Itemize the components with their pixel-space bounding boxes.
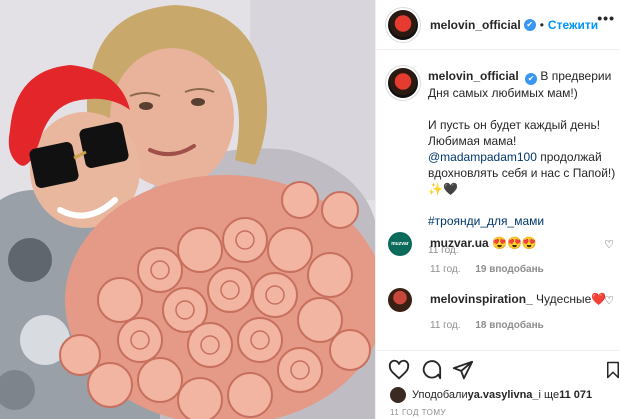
comment-timestamp[interactable]: 11 год. [430, 320, 461, 331]
comment-username[interactable]: muzvar.ua [430, 236, 489, 250]
like-comment-heart-icon[interactable]: ♡ [604, 238, 614, 251]
post-actions: Уподобали ya.vasylivna_ і ще 11 071 11 Г… [376, 350, 620, 419]
comment-item: melovinspiration_ Чудесные❤️ 11 год. 18 … [388, 288, 616, 331]
mention-link[interactable]: @madampadam100 [428, 150, 537, 164]
post-caption: melovin_official ✔ В предверии Дня самых… [388, 68, 618, 259]
save-bookmark-icon[interactable] [604, 359, 620, 381]
comment-text: 😍😍😍 [492, 236, 537, 250]
liker-avatar[interactable] [390, 387, 406, 403]
post-sidebar: melovin_official ✔ • Стежити ••• melovin… [375, 0, 620, 419]
photo-illustration [0, 0, 375, 419]
comment-likes[interactable]: 19 вподобань [475, 264, 543, 275]
like-comment-heart-icon[interactable]: ♡ [604, 294, 614, 307]
caption-username[interactable]: melovin_official [428, 69, 519, 83]
post-header: melovin_official ✔ • Стежити ••• [376, 0, 620, 50]
share-paper-plane-icon[interactable] [452, 359, 474, 381]
separator-dot: • [539, 17, 544, 32]
post-photo[interactable] [0, 0, 375, 419]
posted-ago[interactable]: 11 ГОД ТОМУ [390, 408, 446, 417]
comment-likes[interactable]: 18 вподобань [475, 320, 543, 331]
comment-item: muzvar muzvar.ua 😍😍😍 11 год. 19 вподобан… [388, 232, 616, 275]
likes-prefix: Уподобали [412, 389, 468, 401]
comment-timestamp[interactable]: 11 год. [430, 264, 461, 275]
likes-summary: Уподобали ya.vasylivna_ і ще 11 071 [390, 387, 592, 403]
caption-avatar[interactable] [388, 68, 418, 98]
follow-button[interactable]: Стежити [548, 18, 598, 32]
comment-text: Чудесные❤️ [536, 292, 607, 306]
hashtag-link[interactable]: #троянди_для_мами [428, 214, 544, 228]
likes-middle: і ще [538, 389, 560, 401]
comment-bubble-icon[interactable] [420, 359, 442, 381]
verified-icon: ✔ [525, 73, 538, 85]
author-avatar[interactable] [388, 9, 418, 40]
caption-line-2: И пусть он будет каждый день! Любимая ма… [428, 118, 601, 148]
liker-username[interactable]: ya.vasylivna_ [468, 389, 539, 401]
likes-count[interactable]: 11 071 [559, 389, 592, 401]
more-options-icon[interactable]: ••• [597, 10, 615, 26]
comment-avatar[interactable]: muzvar [388, 232, 412, 256]
comment-avatar[interactable] [388, 288, 412, 312]
like-heart-icon[interactable] [388, 359, 410, 381]
comment-username[interactable]: melovinspiration_ [430, 292, 533, 306]
author-username[interactable]: melovin_official [430, 18, 521, 32]
verified-icon: ✔ [523, 18, 536, 31]
